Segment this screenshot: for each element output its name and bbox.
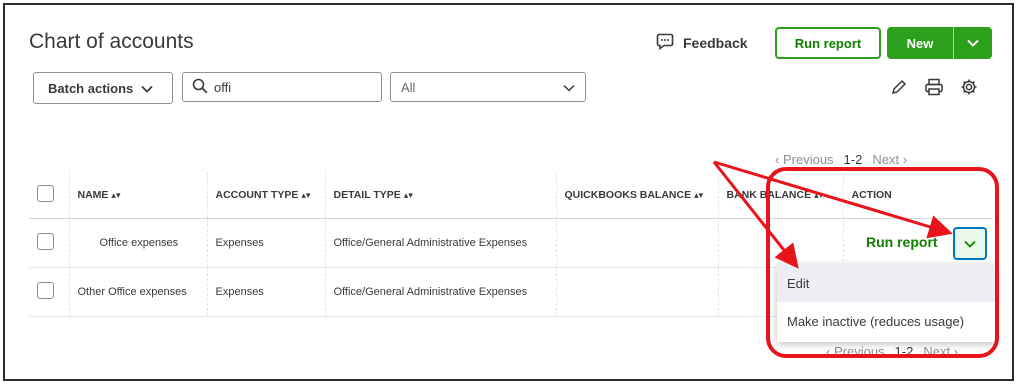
column-account-type-label: ACCOUNT TYPE [215,188,299,201]
search-value: offi [214,79,232,95]
pencil-icon[interactable] [890,78,908,101]
filter-value: All [401,79,416,95]
chevron-down-icon [141,81,153,96]
sort-icon: ▴▾ [301,189,311,200]
chat-bubble-icon [656,33,674,53]
new-split-button[interactable]: New [887,27,992,59]
filter-select[interactable]: All [390,72,586,102]
select-all-checkbox[interactable] [37,184,54,202]
batch-actions-label: Batch actions [48,80,134,96]
account-type: Expenses [206,267,325,317]
next-label: Next [872,152,900,167]
column-account-type[interactable]: ACCOUNT TYPE ▴▾ [206,172,325,219]
chevron-right-icon: › [902,152,908,167]
column-quickbooks-balance[interactable]: QUICKBOOKS BALANCE ▴▾ [555,172,718,219]
next-link[interactable]: Next › [872,152,907,167]
annotation-highlight-box [766,167,999,358]
chevron-left-icon: ‹ [775,152,780,167]
account-type: Expenses [206,218,325,268]
detail-type: Office/General Administrative Expenses [324,218,556,268]
chevron-down-icon [563,80,575,95]
feedback-button[interactable]: Feedback [656,33,748,53]
new-button-divider [953,27,954,59]
column-name-label: NAME [77,188,109,201]
search-icon [192,78,208,97]
gear-icon[interactable] [960,78,978,101]
page-title: Chart of accounts [29,30,194,53]
pagination-top: ‹ Previous 1-2 Next › [775,152,907,167]
quickbooks-balance [555,218,718,268]
previous-link[interactable]: ‹ Previous [775,152,834,167]
column-name[interactable]: NAME ▴▾ [68,172,207,219]
quickbooks-balance [555,267,718,317]
select-all-header [29,172,69,219]
column-detail-type[interactable]: DETAIL TYPE ▴▾ [324,172,556,219]
sort-icon: ▴▾ [403,189,413,200]
print-icon[interactable] [924,78,944,101]
account-name[interactable]: Other Office expenses [68,267,207,317]
search-input[interactable]: offi [182,72,382,102]
chevron-down-icon[interactable] [954,39,992,47]
previous-label: Previous [782,152,834,167]
sort-icon: ▴▾ [111,189,121,200]
detail-type: Office/General Administrative Expenses [324,267,556,317]
sort-icon: ▴▾ [694,189,704,200]
row-checkbox[interactable] [37,232,54,250]
new-button-label[interactable]: New [887,36,953,51]
batch-actions-dropdown[interactable]: Batch actions [33,72,173,104]
row-select-cell [29,267,69,317]
run-report-button[interactable]: Run report [775,27,881,59]
column-detail-type-label: DETAIL TYPE [333,188,401,201]
row-checkbox[interactable] [37,281,54,299]
page-range: 1-2 [843,152,863,167]
table-tools [890,78,978,101]
row-select-cell [29,218,69,268]
account-name[interactable]: Office expenses [68,218,207,268]
feedback-label: Feedback [683,35,748,51]
column-quickbooks-balance-label: QUICKBOOKS BALANCE [564,188,692,201]
